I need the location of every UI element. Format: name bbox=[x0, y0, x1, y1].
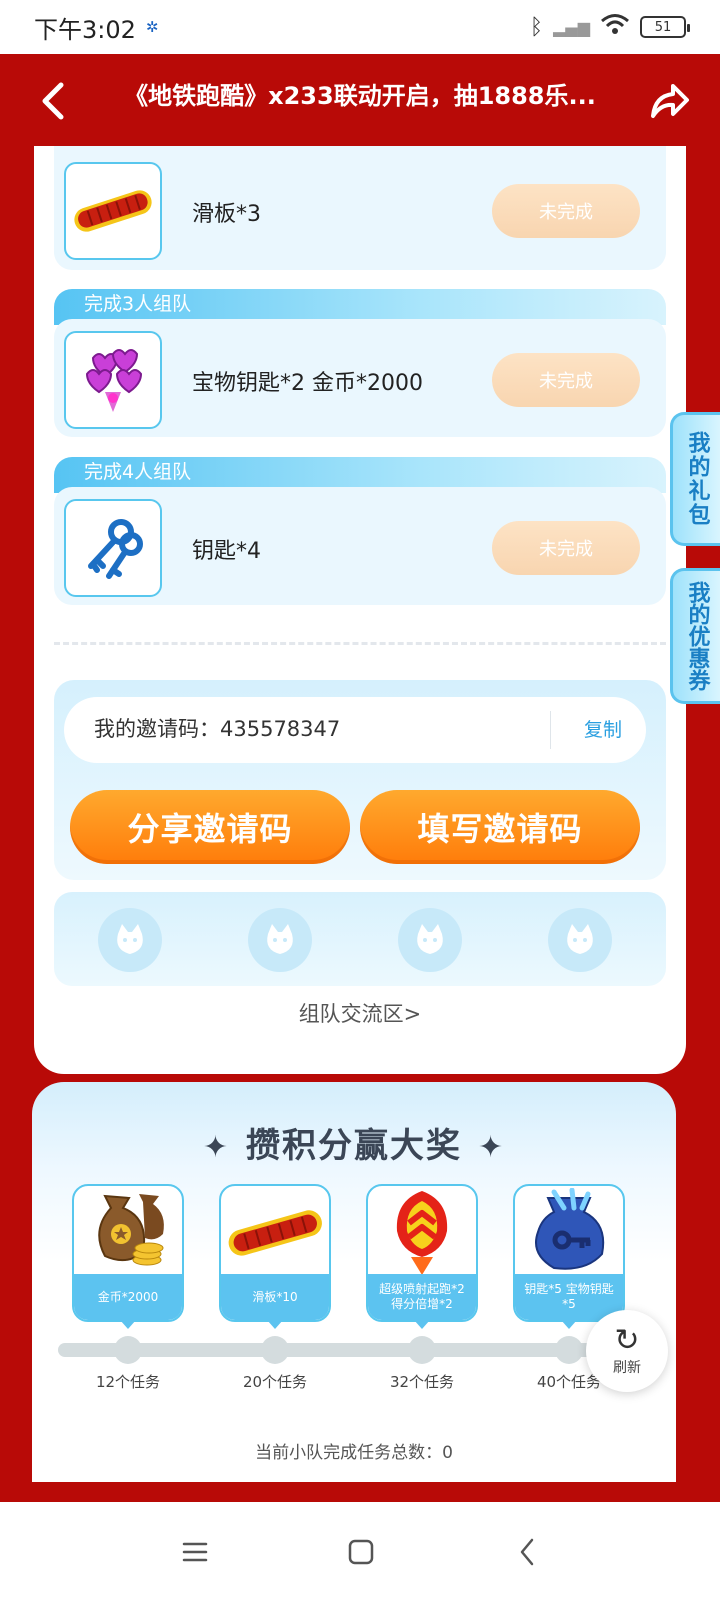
key-bag-icon bbox=[515, 1186, 623, 1278]
status-time: 下午3:02 bbox=[34, 15, 136, 44]
task-status-button[interactable]: 未完成 bbox=[492, 184, 640, 238]
team-forum-link[interactable]: 组队交流区> bbox=[34, 998, 686, 1028]
battery-icon: 51 bbox=[640, 16, 690, 38]
task-reward: 宝物钥匙*2 金币*2000 bbox=[192, 371, 423, 396]
team-task-card: 滑板*3 未完成 完成3人组队 宝物钥匙*2 金币*2000 未完成 完成4人组… bbox=[34, 146, 686, 1074]
refresh-label: 刷新 bbox=[613, 1360, 641, 1376]
milestone-label: 钥匙*5 宝物钥匙*5 bbox=[515, 1274, 623, 1320]
milestone-reward[interactable]: 超级喷射起跑*2 得分倍增*2 bbox=[366, 1184, 478, 1322]
signal-icon: ▂▄▆ bbox=[553, 17, 590, 37]
share-button[interactable] bbox=[645, 76, 695, 126]
app-header: 《地铁跑酷》x233联动开启，抽1888乐... bbox=[0, 54, 720, 149]
settings-status-icon: ✲ bbox=[145, 18, 159, 36]
status-bar: 下午3:02 ✲ ᛒ ▂▄▆ 51 bbox=[0, 0, 720, 54]
my-coupons-label: 我的优惠券 bbox=[684, 581, 710, 691]
milestone-label: 金币*2000 bbox=[74, 1274, 182, 1320]
points-reward-card: ✦ 攒积分赢大奖 ✦ 金币*2000 滑板*10 超级喷射起跑*2 得分倍增*2 钥… bbox=[32, 1082, 676, 1482]
keys-icon bbox=[64, 499, 162, 597]
team-task-total: 当前小队完成任务总数：0 bbox=[255, 1443, 453, 1463]
task-status-button[interactable]: 未完成 bbox=[492, 353, 640, 407]
avatar-placeholder-icon bbox=[267, 924, 293, 954]
member-avatar-placeholder[interactable] bbox=[398, 908, 462, 972]
milestone-reward[interactable]: 钥匙*5 宝物钥匙*5 bbox=[513, 1184, 625, 1322]
avatar-placeholder-icon bbox=[417, 924, 443, 954]
invite-code-label: 我的邀请码：435578347 bbox=[94, 717, 341, 741]
task-status-button[interactable]: 未完成 bbox=[492, 521, 640, 575]
fill-invite-code-button[interactable]: 填写邀请码 bbox=[360, 790, 640, 864]
progress-track bbox=[58, 1343, 618, 1357]
reward-title: ✦ 攒积分赢大奖 ✦ bbox=[202, 1126, 506, 1166]
share-invite-code-button[interactable]: 分享邀请码 bbox=[70, 790, 350, 864]
invite-panel: 我的邀请码：435578347 复制 分享邀请码 填写邀请码 bbox=[54, 680, 666, 880]
refresh-icon: ↻ bbox=[614, 1323, 640, 1358]
coin-bag-icon bbox=[74, 1186, 182, 1278]
page-title: 《地铁跑酷》x233联动开启，抽1888乐... bbox=[124, 82, 596, 110]
sparkle-icon: ✦ bbox=[202, 1130, 230, 1165]
wifi-icon bbox=[600, 13, 630, 41]
progress-node bbox=[408, 1336, 436, 1364]
milestone-reward[interactable]: 金币*2000 bbox=[72, 1184, 184, 1322]
milestone-task-count: 20个任务 bbox=[242, 1373, 308, 1391]
invite-code-box: 我的邀请码：435578347 复制 bbox=[64, 697, 646, 763]
system-nav-bar bbox=[0, 1502, 720, 1600]
menu-icon[interactable] bbox=[175, 1532, 215, 1572]
skateboard-icon bbox=[64, 162, 162, 260]
milestone-task-count: 32个任务 bbox=[389, 1373, 455, 1391]
skateboard-icon bbox=[221, 1186, 329, 1278]
heart-bouquet-icon bbox=[64, 331, 162, 429]
member-avatar-placeholder[interactable] bbox=[248, 908, 312, 972]
my-gifts-label: 我的礼包 bbox=[684, 431, 710, 527]
progress-node bbox=[555, 1336, 583, 1364]
back-button[interactable] bbox=[30, 76, 74, 126]
back-nav-icon[interactable] bbox=[507, 1532, 547, 1572]
milestone-task-count: 12个任务 bbox=[95, 1373, 161, 1391]
milestone-reward[interactable]: 滑板*10 bbox=[219, 1184, 331, 1322]
divider bbox=[550, 711, 551, 749]
my-coupons-tab[interactable]: 我的优惠券 bbox=[670, 568, 720, 704]
home-icon[interactable] bbox=[341, 1532, 381, 1572]
share-icon bbox=[651, 84, 689, 118]
copy-button[interactable]: 复制 bbox=[568, 715, 638, 742]
sparkle-icon: ✦ bbox=[478, 1130, 506, 1165]
milestone-label: 超级喷射起跑*2 得分倍增*2 bbox=[368, 1274, 476, 1320]
back-arrow-icon bbox=[42, 82, 64, 120]
my-gifts-tab[interactable]: 我的礼包 bbox=[670, 412, 720, 546]
avatar-placeholder-icon bbox=[117, 924, 143, 954]
task-reward: 滑板*3 bbox=[192, 202, 261, 227]
member-avatar-placeholder[interactable] bbox=[98, 908, 162, 972]
progress-node bbox=[114, 1336, 142, 1364]
team-member-row bbox=[54, 892, 666, 986]
member-avatar-placeholder[interactable] bbox=[548, 908, 612, 972]
task-reward: 钥匙*4 bbox=[192, 539, 261, 564]
avatar-placeholder-icon bbox=[567, 924, 593, 954]
refresh-button[interactable]: ↻ 刷新 bbox=[586, 1310, 668, 1392]
milestone-label: 滑板*10 bbox=[221, 1274, 329, 1320]
jetpack-boost-icon bbox=[368, 1186, 476, 1278]
bluetooth-icon: ᛒ bbox=[529, 14, 544, 40]
divider bbox=[54, 642, 666, 645]
progress-node bbox=[261, 1336, 289, 1364]
